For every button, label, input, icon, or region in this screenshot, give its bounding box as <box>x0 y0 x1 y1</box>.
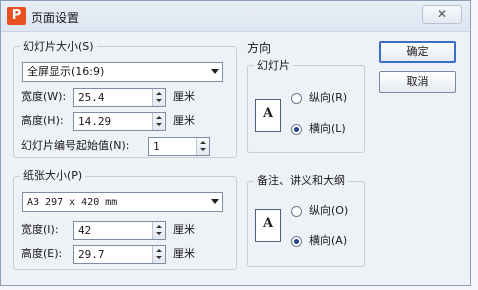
presentation-app-icon: P <box>7 7 26 25</box>
paper-width-value: 42 <box>78 224 92 237</box>
landscape-page-icon: A <box>255 99 281 132</box>
title-bar: P 页面设置 ✕ <box>1 1 470 32</box>
slides-landscape-label[interactable]: 横向(L) <box>309 122 346 136</box>
spin-down-icon <box>200 148 206 151</box>
orientation-heading: 方向 <box>247 41 272 55</box>
spin-down-icon <box>156 99 162 102</box>
paper-width-label: 宽度(I): <box>21 223 59 236</box>
spinner-buttons[interactable] <box>152 222 165 239</box>
spin-up-icon <box>156 92 162 95</box>
dialog-title: 页面设置 <box>31 11 80 25</box>
slides-orientation-label: 幻灯片 <box>254 59 293 72</box>
paper-width-input[interactable]: 42 <box>73 221 166 240</box>
slides-portrait-radio[interactable] <box>291 93 302 104</box>
spinner-buttons[interactable] <box>196 138 209 155</box>
chevron-down-icon <box>211 69 219 74</box>
chevron-down-icon <box>211 199 219 204</box>
slides-portrait-label[interactable]: 纵向(R) <box>309 91 347 105</box>
slide-width-label: 宽度(W): <box>21 90 67 103</box>
slide-width-input[interactable]: 25.4 <box>73 88 166 107</box>
spinner-buttons[interactable] <box>152 89 165 106</box>
slide-height-value: 14.29 <box>78 115 112 128</box>
slide-size-select-value: 全屏显示(16:9) <box>27 65 105 78</box>
paper-size-select-value: A3 297 x 420 mm <box>27 197 118 208</box>
paper-height-input[interactable]: 29.7 <box>73 245 166 264</box>
background-strip <box>471 0 478 290</box>
spin-up-icon <box>156 249 162 252</box>
landscape-page-icon: A <box>255 209 281 242</box>
spinner-buttons[interactable] <box>152 113 165 130</box>
slide-size-select[interactable]: 全屏显示(16:9) <box>22 62 223 82</box>
paper-height-unit: 厘米 <box>173 247 195 260</box>
slide-size-legend: 幻灯片大小(S) <box>20 40 97 53</box>
paper-size-select[interactable]: A3 297 x 420 mm <box>22 192 223 212</box>
paper-width-unit: 厘米 <box>173 223 195 236</box>
spin-down-icon <box>156 123 162 126</box>
spin-down-icon <box>156 232 162 235</box>
slide-height-input[interactable]: 14.29 <box>73 112 166 131</box>
slide-height-label: 高度(H): <box>21 114 64 127</box>
slides-landscape-radio[interactable] <box>291 124 302 135</box>
notes-portrait-label[interactable]: 纵向(O) <box>309 204 348 218</box>
close-button[interactable]: ✕ <box>422 5 462 24</box>
spinner-buttons[interactable] <box>152 246 165 263</box>
start-number-label: 幻灯片编号起始值(N): <box>21 139 130 152</box>
start-number-value: 1 <box>153 140 160 153</box>
start-number-input[interactable]: 1 <box>148 137 210 156</box>
ok-button[interactable]: 确定 <box>379 41 456 63</box>
spin-up-icon <box>200 141 206 144</box>
slide-width-value: 25.4 <box>78 91 105 104</box>
slide-height-unit: 厘米 <box>173 114 195 127</box>
slide-width-unit: 厘米 <box>173 90 195 103</box>
spin-up-icon <box>156 116 162 119</box>
paper-height-label: 高度(E): <box>21 247 63 260</box>
notes-portrait-radio[interactable] <box>291 206 302 217</box>
paper-size-legend: 纸张大小(P) <box>20 169 86 182</box>
spin-up-icon <box>156 225 162 228</box>
cancel-button[interactable]: 取消 <box>379 71 456 93</box>
notes-orientation-label: 备注、讲义和大纲 <box>254 174 348 187</box>
paper-height-value: 29.7 <box>78 248 105 261</box>
notes-landscape-label[interactable]: 横向(A) <box>309 234 347 248</box>
spin-down-icon <box>156 256 162 259</box>
page-setup-dialog: P 页面设置 ✕ 幻灯片大小(S) 全屏显示(16:9) 宽度(W): 25.4… <box>0 0 471 286</box>
background-strip-bottom <box>0 286 478 290</box>
notes-landscape-radio[interactable] <box>291 236 302 247</box>
